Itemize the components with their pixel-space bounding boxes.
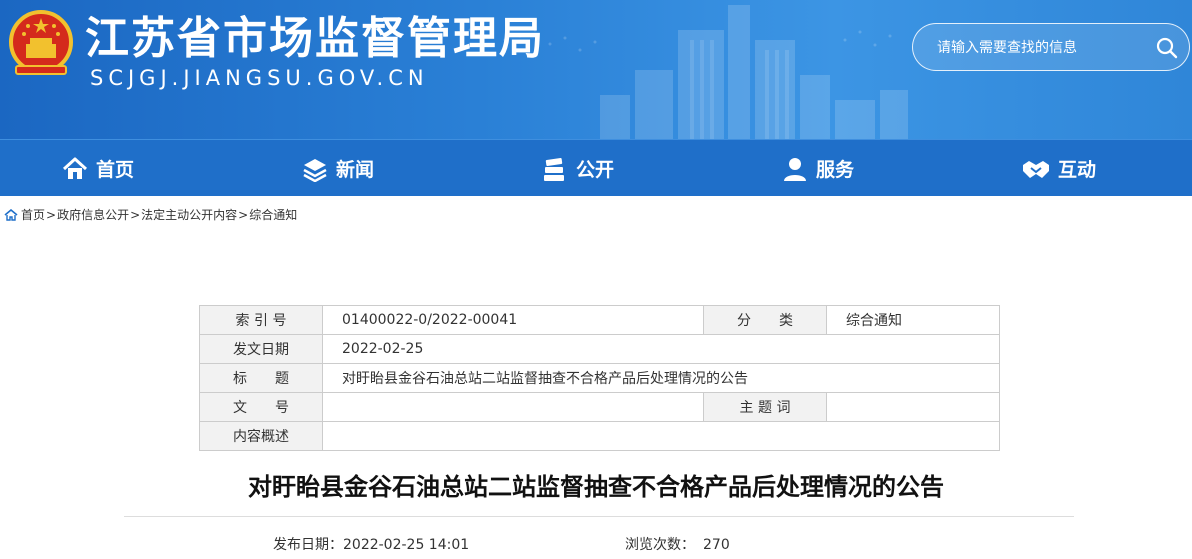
date-label: 发文日期 (199, 334, 323, 364)
publish-date-value: 2022-02-25 14:01 (343, 537, 470, 553)
nav-item-news[interactable]: 新闻 (302, 140, 374, 197)
view-count: 浏览次数： 270 (625, 534, 730, 554)
view-count-value: 270 (703, 537, 730, 553)
main-nav: 首页 新闻 公开 服务 互动 (0, 139, 1192, 196)
publish-date: 发布日期：2022-02-25 14:01 (273, 534, 469, 554)
nav-label-service: 服务 (816, 159, 855, 181)
handshake-icon (1023, 160, 1049, 178)
title-label: 标 题 (199, 363, 323, 393)
breadcrumb: 首页 > 政府信息公开 > 法定主动公开内容 > 综合通知 (4, 206, 297, 223)
nav-item-service[interactable]: 服务 (782, 140, 854, 197)
site-title: 江苏省市场监督管理局 (85, 13, 545, 64)
nav-item-open[interactable]: 公开 (542, 140, 614, 197)
summary-label: 内容概述 (199, 421, 323, 451)
title-value: 对盱眙县金谷石油总站二站监督抽查不合格产品后处理情况的公告 (322, 363, 1000, 393)
site-domain: SCJGJ.JIANGSU.GOV.CN (90, 66, 429, 90)
article-title: 对盱眙县金谷石油总站二站监督抽查不合格产品后处理情况的公告 (248, 473, 944, 501)
nav-label-interact: 互动 (1058, 159, 1097, 181)
search-box (912, 23, 1190, 71)
publish-date-label: 发布日期： (273, 537, 343, 553)
nav-label-news: 新闻 (336, 159, 375, 181)
breadcrumb-separator: > (46, 207, 57, 222)
search-icon[interactable] (1155, 36, 1179, 60)
table-row: 索 引 号 01400022-0/2022-00041 分 类 综合通知 (199, 305, 1000, 335)
breadcrumb-general-notice[interactable]: 综合通知 (249, 206, 297, 223)
table-row: 内容概述 (199, 421, 1000, 451)
nav-item-home[interactable]: 首页 (62, 140, 134, 197)
summary-value (322, 421, 1000, 451)
breadcrumb-separator: > (238, 207, 249, 222)
breadcrumb-separator: > (130, 207, 141, 222)
docno-label: 文 号 (199, 392, 323, 422)
breadcrumb-statutory[interactable]: 法定主动公开内容 (141, 206, 237, 223)
index-label: 索 引 号 (199, 305, 323, 335)
nav-label-open: 公开 (576, 159, 615, 181)
layers-icon (303, 158, 327, 182)
national-emblem-icon (9, 10, 73, 75)
index-value: 01400022-0/2022-00041 (322, 305, 704, 335)
search-input[interactable] (935, 36, 1139, 60)
breadcrumb-home[interactable]: 首页 (21, 206, 45, 223)
table-row: 文 号 主 题 词 (199, 392, 1000, 422)
site-header: 江苏省市场监督管理局 SCJGJ.JIANGSU.GOV.CN (0, 0, 1192, 139)
nav-label-home: 首页 (96, 159, 135, 181)
table-row: 发文日期 2022-02-25 (199, 334, 1000, 364)
keywords-value (826, 392, 1000, 422)
keywords-label: 主 题 词 (703, 392, 827, 422)
docno-value (322, 392, 704, 422)
view-count-label: 浏览次数： (625, 537, 695, 553)
home-small-icon (4, 208, 18, 221)
category-label: 分 类 (703, 305, 827, 335)
nav-item-interact[interactable]: 互动 (1022, 140, 1096, 197)
divider (124, 516, 1074, 517)
user-icon (784, 157, 806, 181)
document-info-table: 索 引 号 01400022-0/2022-00041 分 类 综合通知 发文日… (199, 305, 1000, 451)
date-value: 2022-02-25 (322, 334, 1000, 364)
table-row: 标 题 对盱眙县金谷石油总站二站监督抽查不合格产品后处理情况的公告 (199, 363, 1000, 393)
category-value: 综合通知 (826, 305, 1000, 335)
home-icon (62, 157, 88, 179)
books-icon (544, 157, 564, 181)
breadcrumb-gov-info[interactable]: 政府信息公开 (57, 206, 129, 223)
